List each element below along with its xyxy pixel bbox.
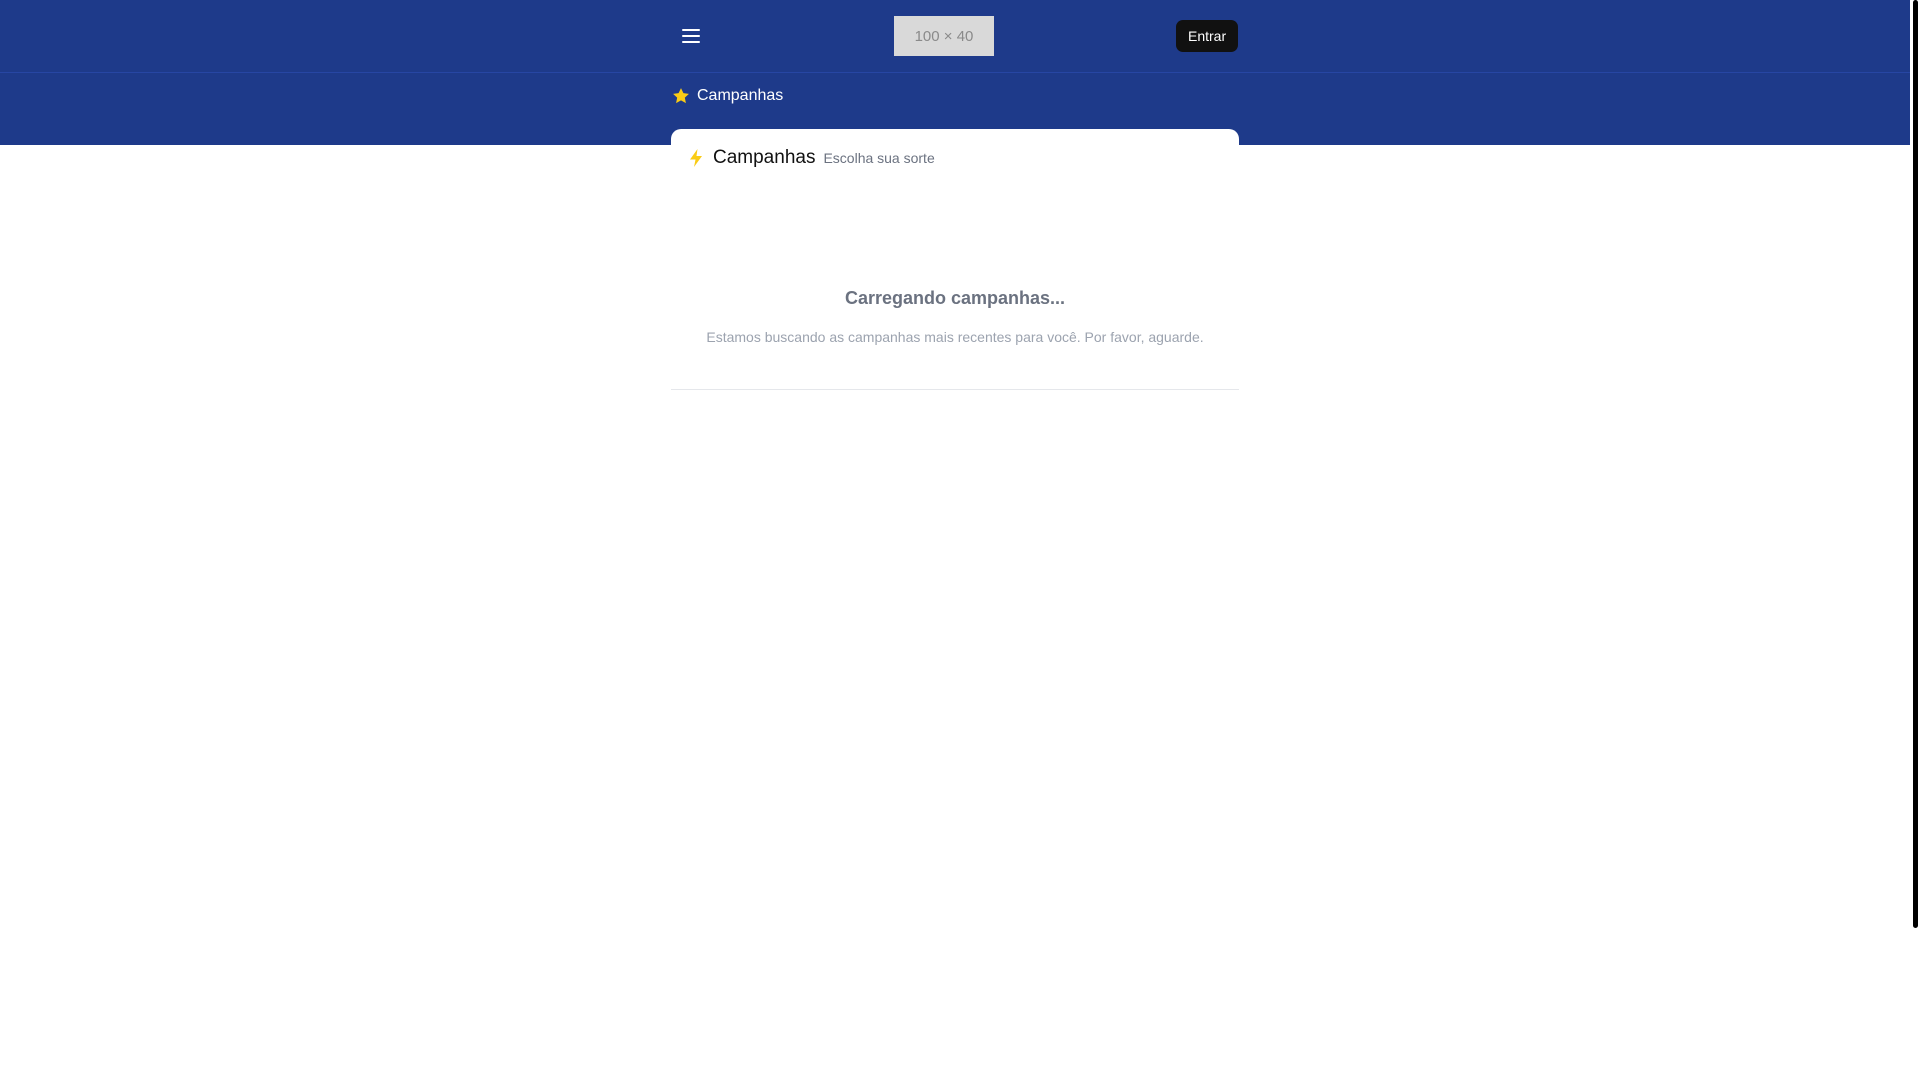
logo-placeholder[interactable]: 100 × 40 [894,16,994,56]
star-icon [673,88,689,104]
menu-button[interactable] [671,16,711,56]
page: 100 × 40 Entrar Campanhas Campanhas Esco… [0,0,1920,1080]
campaigns-card: Campanhas Escolha sua sorte Carregando c… [671,129,1239,390]
card-title: Campanhas [713,147,816,168]
loading-title: Carregando campanhas... [844,288,1066,308]
scrollbar-thumb[interactable] [1913,0,1918,928]
hamburger-menu-icon [682,29,700,43]
lightning-bolt-icon [690,149,702,167]
loading-message: Estamos buscando as campanhas mais recen… [706,329,1204,345]
scrollbar[interactable] [1911,0,1920,1080]
login-button[interactable]: Entrar [1176,20,1239,52]
breadcrumb: Campanhas [671,86,783,106]
card-header: Campanhas Escolha sua sorte [687,147,935,169]
card-subtitle: Escolha sua sorte [823,150,935,166]
breadcrumb-label[interactable]: Campanhas [697,87,783,105]
